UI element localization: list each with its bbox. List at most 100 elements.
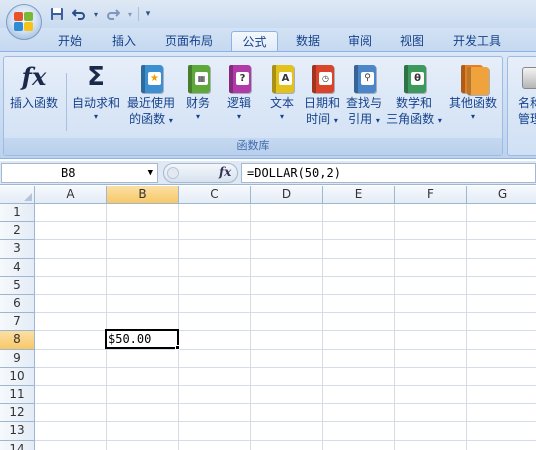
recently-used-button[interactable]: ★ 最近使用 的函数 ▾ — [123, 61, 179, 137]
ribbon-tabs: 开始 插入 页面布局 公式 数据 审阅 视图 开发工具 — [0, 28, 536, 52]
function-library-group: fx 插入函数 Σ 自动求和 ▾ ★ 最近使用 的函数 ▾ ▦ 财务 ▾ ? 逻… — [3, 56, 503, 156]
worksheet-grid[interactable]: ABCDEFG 1 2 3 4 5 6 7 8 9 10 11 12 13 14 $50.00 — [0, 186, 536, 450]
fx-icon: fx — [21, 62, 47, 91]
insert-function-label: 插入函数 — [9, 96, 58, 110]
undo-icon[interactable] — [70, 5, 88, 23]
expand-formula-icon[interactable] — [167, 167, 179, 179]
text-button[interactable]: A 文本 ▾ — [264, 61, 300, 137]
column-header-b[interactable]: B — [107, 186, 179, 204]
text-dropdown-icon: ▾ — [279, 112, 284, 121]
row-header-1[interactable]: 1 — [0, 204, 35, 223]
title-bar: ▾ ▾ ▾ — [0, 0, 536, 28]
ribbon-separator — [66, 73, 67, 131]
column-header-f[interactable]: F — [395, 186, 467, 204]
select-all-button[interactable] — [0, 186, 35, 204]
column-header-e[interactable]: E — [323, 186, 395, 204]
row-gridline — [35, 221, 536, 223]
tab-insert[interactable]: 插入 — [102, 31, 146, 52]
more-functions-dropdown-icon: ▾ — [470, 112, 475, 121]
tab-page-layout[interactable]: 页面布局 — [156, 31, 222, 52]
column-gridline — [394, 204, 395, 450]
row-header-9[interactable]: 9 — [0, 349, 35, 368]
autosum-button[interactable]: Σ 自动求和 ▾ — [69, 61, 123, 137]
undo-dropdown-icon[interactable]: ▾ — [92, 5, 100, 23]
financial-label: 财务 — [185, 96, 210, 110]
row-header-3[interactable]: 3 — [0, 240, 35, 259]
recent-book-icon: ★ — [137, 61, 165, 95]
insert-function-button[interactable]: fx 插入函数 — [7, 61, 61, 137]
text-book-icon: A — [268, 61, 296, 95]
row-gridline — [35, 439, 536, 441]
group-label-function-library: 函数库 — [4, 138, 502, 155]
autosum-dropdown-icon: ▾ — [93, 112, 98, 121]
row-header-13[interactable]: 13 — [0, 422, 35, 441]
fill-handle[interactable] — [175, 345, 180, 350]
row-header-10[interactable]: 10 — [0, 367, 35, 386]
row-gridline — [35, 385, 536, 386]
tab-data[interactable]: 数据 — [286, 31, 330, 52]
row-header-5[interactable]: 5 — [0, 276, 35, 295]
customize-qat-icon[interactable]: ▾ — [143, 5, 153, 23]
more-functions-button[interactable]: 其他函数 ▾ — [445, 61, 501, 137]
datetime-label-1: 日期和 — [303, 96, 340, 110]
math-book-icon: θ — [400, 61, 428, 95]
recent-label-1: 最近使用 — [126, 96, 175, 110]
lookup-reference-button[interactable]: ⚲ 查找与 引用 ▾ — [344, 61, 384, 137]
ribbon: fx 插入函数 Σ 自动求和 ▾ ★ 最近使用 的函数 ▾ ▦ 财务 ▾ ? 逻… — [0, 51, 536, 159]
formula-input[interactable]: =DOLLAR(50,2) — [241, 163, 536, 183]
financial-dropdown-icon: ▾ — [195, 112, 200, 121]
math-trig-button[interactable]: θ 数学和 三角函数 ▾ — [386, 61, 442, 137]
row-header-6[interactable]: 6 — [0, 295, 35, 314]
row-gridline — [35, 366, 536, 368]
column-gridline — [322, 204, 323, 450]
row-gridline — [35, 312, 536, 314]
office-button[interactable] — [6, 4, 42, 40]
redo-dropdown-icon[interactable]: ▾ — [126, 5, 134, 23]
tab-review[interactable]: 审阅 — [338, 31, 382, 52]
column-header-d[interactable]: D — [251, 186, 323, 204]
math-label-1: 数学和 — [395, 96, 432, 110]
column-gridline — [106, 204, 107, 450]
formula-bar: B8 ▼ fx =DOLLAR(50,2) — [0, 161, 536, 185]
math-label-2: 三角函数 ▾ — [386, 112, 442, 126]
column-gridline — [250, 204, 251, 450]
row-header-12[interactable]: 12 — [0, 404, 35, 423]
sigma-icon: Σ — [87, 62, 105, 92]
tab-developer[interactable]: 开发工具 — [444, 31, 510, 52]
logical-label: 逻辑 — [226, 96, 251, 110]
financial-book-icon: ▦ — [184, 61, 212, 95]
office-logo-icon — [14, 12, 34, 32]
row-header-8[interactable]: 8 — [0, 331, 35, 350]
tab-home[interactable]: 开始 — [48, 31, 92, 52]
quick-access-toolbar: ▾ ▾ ▾ — [48, 5, 153, 23]
column-header-g[interactable]: G — [467, 186, 536, 204]
tab-formulas[interactable]: 公式 — [231, 31, 278, 52]
tab-view[interactable]: 视图 — [390, 31, 434, 52]
row-gridline — [35, 239, 536, 241]
row-gridline — [35, 294, 536, 295]
datetime-label-2: 时间 ▾ — [306, 112, 338, 126]
name-manager-button[interactable]: 名称 管理 — [510, 61, 536, 137]
column-header-c[interactable]: C — [179, 186, 251, 204]
name-box[interactable]: B8 ▼ — [1, 163, 158, 183]
row-header-11[interactable]: 11 — [0, 386, 35, 405]
row-header-14[interactable]: 14 — [0, 440, 35, 450]
row-header-7[interactable]: 7 — [0, 313, 35, 332]
datetime-book-icon: ◷ — [308, 61, 336, 95]
row-header-2[interactable]: 2 — [0, 222, 35, 241]
logical-button[interactable]: ? 逻辑 ▾ — [221, 61, 257, 137]
insert-function-fx-icon[interactable]: fx — [219, 165, 231, 179]
text-label: 文本 — [269, 96, 294, 110]
date-time-button[interactable]: ◷ 日期和 时间 ▾ — [302, 61, 342, 137]
formula-bar-controls: fx — [163, 163, 238, 183]
name-box-dropdown-icon[interactable]: ▼ — [148, 164, 153, 182]
lookup-book-icon: ⚲ — [350, 61, 378, 95]
financial-button[interactable]: ▦ 财务 ▾ — [180, 61, 216, 137]
row-gridline — [35, 403, 536, 405]
defined-names-group: 名称 管理 — [507, 56, 536, 156]
cell-b8[interactable]: $50.00 — [107, 331, 177, 348]
redo-icon[interactable] — [104, 5, 122, 23]
save-icon[interactable] — [48, 5, 66, 23]
column-header-a[interactable]: A — [35, 186, 107, 204]
row-header-4[interactable]: 4 — [0, 258, 35, 277]
